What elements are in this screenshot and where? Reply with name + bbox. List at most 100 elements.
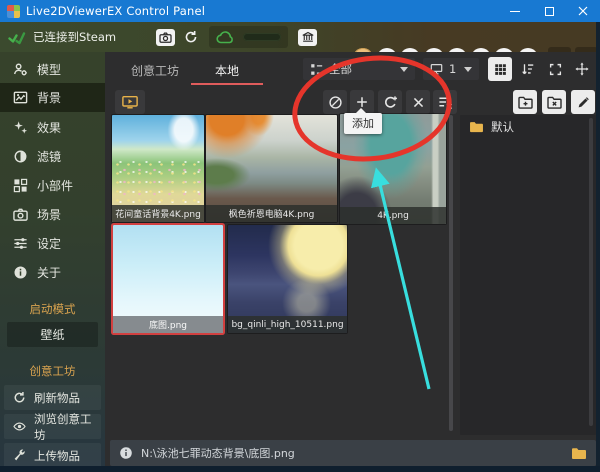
fullscreen-icon (549, 63, 562, 76)
sidebar-item-model[interactable]: 模型 (0, 55, 105, 84)
thumbnail-base-selected[interactable]: 底图.png (113, 225, 223, 333)
new-folder-button[interactable] (513, 90, 537, 114)
category-tree-icon (310, 63, 323, 76)
minimize-button[interactable] (498, 0, 532, 22)
top-toolbar: 已连接到Steam 1 2 3 4 5 6 7 8 (0, 22, 600, 52)
status-path: N:\泳池七罪动态背景\底图.png (141, 445, 295, 461)
monitor-icon (430, 63, 443, 75)
clear-list-button[interactable] (433, 90, 457, 114)
pencil-icon (577, 96, 590, 109)
effects-icon (13, 120, 28, 135)
compass-slash-icon (328, 95, 343, 110)
grid-view-button[interactable] (488, 57, 512, 81)
steam-status: 已连接到Steam (8, 29, 116, 45)
tab-label: 创意工坊 (131, 62, 179, 79)
sidebar-item-label: 场景 (37, 206, 61, 223)
workshop-header: 创意工坊 (0, 363, 105, 379)
info-icon (13, 265, 28, 280)
settings-sliders-icon (13, 236, 28, 251)
sidebar-item-effects[interactable]: 效果 (0, 113, 105, 142)
sidebar-item-widgets[interactable]: 小部件 (0, 171, 105, 200)
scene-camera-icon (13, 207, 28, 222)
filter-selected-value: 全部 (329, 61, 352, 77)
sidebar-item-scene[interactable]: 场景 (0, 200, 105, 229)
bank-icon (302, 31, 314, 43)
thumbnail-flower-field[interactable]: 花间童话背景4K.png (112, 115, 204, 222)
thumbnail-filename: 枫色祈恩电脑4K.png (206, 205, 337, 222)
refresh-icon (184, 30, 198, 44)
folder-row-default[interactable]: 默认 (460, 115, 596, 139)
eye-icon (13, 420, 26, 433)
steam-status-label: 已连接到Steam (33, 29, 116, 45)
thumbnail-filename: 花间童话背景4K.png (112, 205, 204, 222)
folder-panel-scrollbar[interactable] (589, 118, 593, 426)
folder-name: 默认 (491, 119, 514, 135)
monitor-selected-value: 1 (449, 62, 456, 76)
add-tooltip: 添加 (344, 113, 382, 134)
cloud-sync-panel[interactable] (209, 26, 288, 48)
preview-play-button[interactable] (115, 90, 145, 114)
grid-icon (494, 63, 507, 76)
sidebar-item-about[interactable]: 关于 (0, 258, 105, 287)
delete-folder-button[interactable] (542, 90, 566, 114)
sidebar-item-label: 关于 (37, 264, 61, 281)
thumbnail-filename: bg_qinli_high_10511.png (228, 316, 347, 333)
category-filter-dropdown[interactable]: 全部 (303, 58, 415, 80)
clear-list-icon (438, 95, 453, 110)
sidebar-item-label: 效果 (37, 119, 61, 136)
thumbnail-maple[interactable]: 枫色祈恩电脑4K.png (206, 115, 337, 222)
filter-icon (13, 149, 28, 164)
sidebar-item-background[interactable]: 背景 (0, 83, 105, 112)
refresh-plus-icon (383, 95, 398, 110)
move-layout-button[interactable] (570, 57, 594, 81)
thumbnail-filename: 底图.png (113, 316, 223, 333)
tab-local[interactable]: 本地 (191, 58, 263, 82)
app-window: Live2DViewerEX Control Panel 已连接到Steam (0, 0, 600, 472)
workshop-bank-button[interactable] (298, 29, 317, 46)
sort-button[interactable] (516, 57, 540, 81)
browse-workshop-button[interactable]: 浏览创意工坊 (4, 414, 101, 439)
upload-item-button[interactable]: 上传物品 (4, 443, 101, 468)
thumbnail-filename: 4K.png (340, 207, 446, 224)
widgets-icon (13, 178, 28, 193)
background-icon (13, 90, 28, 105)
sidebar-item-label: 模型 (37, 61, 61, 78)
maximize-button[interactable] (532, 0, 566, 22)
reload-list-button[interactable] (378, 90, 402, 114)
refresh-items-button[interactable]: 刷新物品 (4, 385, 101, 410)
play-screen-icon (122, 95, 138, 109)
window-edge-right (596, 22, 600, 466)
workshop-item-label: 浏览创意工坊 (34, 411, 101, 443)
cloud-icon (216, 30, 236, 44)
chevron-down-icon (400, 67, 408, 72)
close-x-icon (412, 96, 425, 109)
close-button[interactable] (566, 0, 600, 22)
model-icon (13, 62, 28, 77)
plus-icon (355, 95, 369, 109)
monitor-dropdown[interactable]: 1 (423, 58, 479, 80)
titlebar: Live2DViewerEX Control Panel (0, 0, 600, 22)
sidebar-item-label: 设定 (37, 235, 61, 252)
open-folder-icon[interactable] (571, 447, 587, 460)
refresh-capture-button[interactable] (184, 30, 198, 44)
sidebar-item-filter[interactable]: 滤镜 (0, 142, 105, 171)
steam-icon (8, 30, 26, 45)
edit-button[interactable] (571, 90, 595, 114)
sidebar-item-label: 背景 (37, 89, 61, 106)
folder-panel: 默认 (460, 115, 596, 435)
grid-scrollbar[interactable] (449, 115, 453, 431)
tab-workshop[interactable]: 创意工坊 (115, 58, 195, 82)
sidebar-item-settings[interactable]: 设定 (0, 229, 105, 258)
wallpaper-button[interactable]: 壁纸 (7, 322, 98, 347)
remove-button[interactable] (406, 90, 430, 114)
fullscreen-button[interactable] (543, 57, 567, 81)
folder-x-icon (547, 96, 562, 109)
sidebar-item-label: 小部件 (37, 177, 73, 194)
cloud-progress-bar (243, 33, 281, 41)
screenshot-button[interactable] (156, 29, 175, 46)
thumbnail-moon-night[interactable]: bg_qinli_high_10511.png (228, 225, 347, 333)
folder-icon (469, 121, 484, 133)
explore-button[interactable] (323, 90, 347, 114)
folder-plus-icon (518, 96, 533, 109)
chevron-down-icon (464, 67, 472, 72)
